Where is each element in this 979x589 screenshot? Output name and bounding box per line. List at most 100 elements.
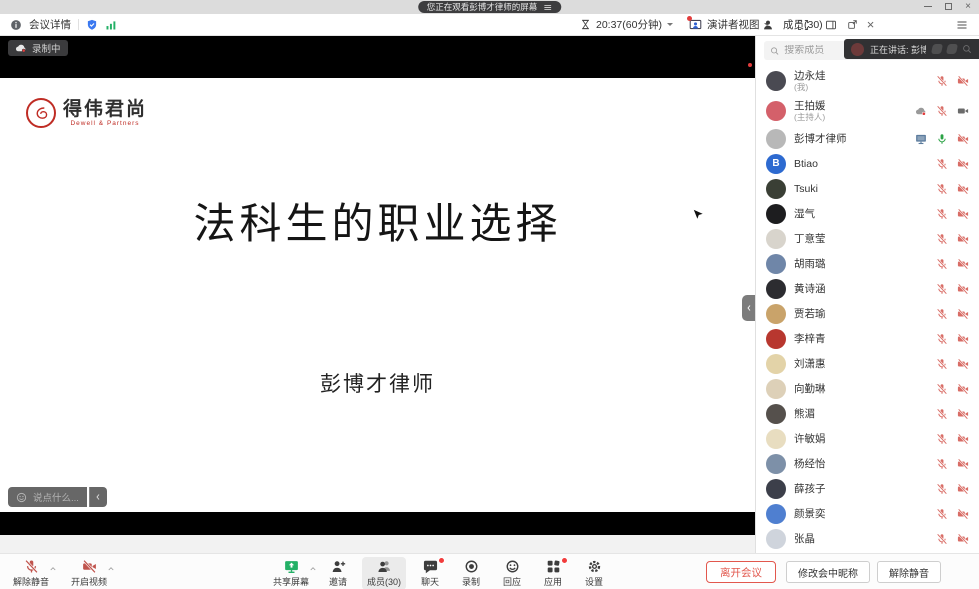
member-list[interactable]: 边永烓(我)王拍媛(主持人)彭博才律师BBtiaoTsuki湿气丁意莹胡雨璐黄诗… <box>756 66 979 553</box>
network-signal-icon[interactable] <box>105 19 117 31</box>
member-name: 张晶 <box>794 533 815 545</box>
banner-menu-icon[interactable] <box>543 3 552 12</box>
view-mode-icon-wrap <box>689 18 702 31</box>
maximize-icon[interactable] <box>945 3 952 10</box>
panel-collapse-tab[interactable] <box>742 295 755 321</box>
member-row[interactable]: 王拍媛(主持人) <box>756 96 979 126</box>
chat-button[interactable]: 聊天 <box>413 557 447 589</box>
timer-caret-icon[interactable] <box>667 23 673 29</box>
member-row[interactable]: 许敏娟 <box>756 426 979 451</box>
member-status-icons <box>936 433 969 445</box>
cam-off-icon <box>957 233 969 245</box>
mic-off-icon <box>936 158 948 170</box>
view-mode-selector[interactable]: 演讲者视图 <box>707 17 760 32</box>
firm-logo-icon <box>26 98 56 128</box>
mic-off-icon <box>936 533 948 545</box>
member-row[interactable]: 刘潇惠 <box>756 351 979 376</box>
popout-panel-icon[interactable] <box>847 19 858 30</box>
member-status-icons <box>936 458 969 470</box>
minimize-icon[interactable] <box>924 6 932 8</box>
apps-button[interactable]: 应用 <box>536 557 570 589</box>
cam-off-icon <box>957 483 969 495</box>
member-row[interactable]: 杨经怡 <box>756 451 979 476</box>
meeting-timer[interactable]: 20:37(60分钟) <box>596 17 662 32</box>
cam-dark-icon <box>957 105 969 117</box>
cam-off-icon <box>957 158 969 170</box>
member-row[interactable]: 颜景奕 <box>756 501 979 526</box>
hourglass-icon <box>580 19 591 30</box>
settings-label: 设置 <box>585 575 603 588</box>
info-icon[interactable] <box>10 19 22 31</box>
member-row[interactable]: Tsuki <box>756 176 979 201</box>
member-row[interactable]: 彭博才律师 <box>756 126 979 151</box>
notification-dot <box>687 16 692 21</box>
mic-off-icon <box>936 283 948 295</box>
start-video-button[interactable]: 开启视频 <box>66 557 112 589</box>
member-row[interactable]: 向勤琳 <box>756 376 979 401</box>
mic-off-icon <box>936 408 948 420</box>
member-row[interactable]: 胡雨璐 <box>756 251 979 276</box>
member-row[interactable]: 湿气 <box>756 201 979 226</box>
member-avatar <box>766 404 786 424</box>
chevron-up-icon[interactable] <box>49 560 57 578</box>
member-row[interactable]: 熊湄 <box>756 401 979 426</box>
chevron-up-icon[interactable] <box>309 560 317 578</box>
record-button[interactable]: 录制 <box>454 557 488 589</box>
chevron-up-icon[interactable] <box>107 560 115 578</box>
close-window-icon[interactable]: × <box>965 2 971 11</box>
mic-off-icon <box>936 358 948 370</box>
rename-button[interactable]: 修改会中昵称 <box>786 561 870 583</box>
presentation-slide: 得伟君尚 Dewell & Partners 法科生的职业选择 彭博才律师 <box>0 78 755 512</box>
unmute-button[interactable]: 解除静音 <box>8 557 54 589</box>
chat-collapse-button[interactable] <box>89 487 107 507</box>
member-row[interactable]: 张晶 <box>756 526 979 551</box>
start-video-label: 开启视频 <box>71 575 107 588</box>
members-icon <box>377 558 392 574</box>
share-screen-button[interactable]: 共享屏幕 <box>268 557 314 589</box>
member-row[interactable]: 边永烓(我) <box>756 66 979 96</box>
leave-meeting-button[interactable]: 离开会议 <box>706 561 776 583</box>
member-row[interactable]: BBtiao <box>756 151 979 176</box>
security-shield-icon[interactable] <box>86 19 98 31</box>
recording-badge: 录制中 <box>8 40 68 56</box>
cam-off-icon <box>957 383 969 395</box>
member-avatar <box>766 329 786 349</box>
member-row[interactable]: 李梓青 <box>756 326 979 351</box>
cloud-record-icon <box>915 105 927 117</box>
member-avatar <box>766 454 786 474</box>
member-name: 丁意莹 <box>794 233 826 245</box>
invite-button[interactable]: 邀请 <box>321 557 355 589</box>
hamburger-menu-icon[interactable] <box>956 19 968 31</box>
member-status-icons <box>936 533 969 545</box>
close-panel-icon[interactable]: × <box>867 20 875 30</box>
panel-unmute-button[interactable]: 解除静音 <box>877 561 941 583</box>
reaction-button[interactable]: 回应 <box>495 557 529 589</box>
speaker-avatar <box>851 43 864 56</box>
speaking-label: 正在讲话: 彭博才律师... <box>870 43 926 56</box>
meeting-details-link[interactable]: 会议详情 <box>29 17 71 32</box>
member-status-icons <box>936 383 969 395</box>
mic-off-icon <box>936 308 948 320</box>
reaction-label: 回应 <box>503 575 521 588</box>
member-name: 刘潇惠 <box>794 358 826 370</box>
member-avatar <box>766 204 786 224</box>
member-name: 熊湄 <box>794 408 815 420</box>
settings-button[interactable]: 设置 <box>577 557 611 589</box>
members-button[interactable]: 成员(30) <box>362 557 406 589</box>
member-row[interactable]: 贾若瑜 <box>756 301 979 326</box>
member-row[interactable]: 丁意莹 <box>756 226 979 251</box>
member-role-label: (主持人) <box>794 112 826 122</box>
member-row[interactable]: 黄诗涵 <box>756 276 979 301</box>
emoji-icon[interactable] <box>16 492 27 503</box>
members-label: 成员(30) <box>367 575 401 588</box>
member-avatar: B <box>766 154 786 174</box>
member-status-icons <box>915 133 969 145</box>
mic-off-icon <box>936 75 948 87</box>
member-row[interactable]: 薛孩子 <box>756 476 979 501</box>
quick-chat-input[interactable]: 说点什么... <box>8 487 87 507</box>
member-status-icons <box>936 208 969 220</box>
invite-icon <box>331 558 346 574</box>
settings-icon <box>587 558 602 574</box>
mic-off-icon <box>936 433 948 445</box>
cam-off-icon <box>957 308 969 320</box>
